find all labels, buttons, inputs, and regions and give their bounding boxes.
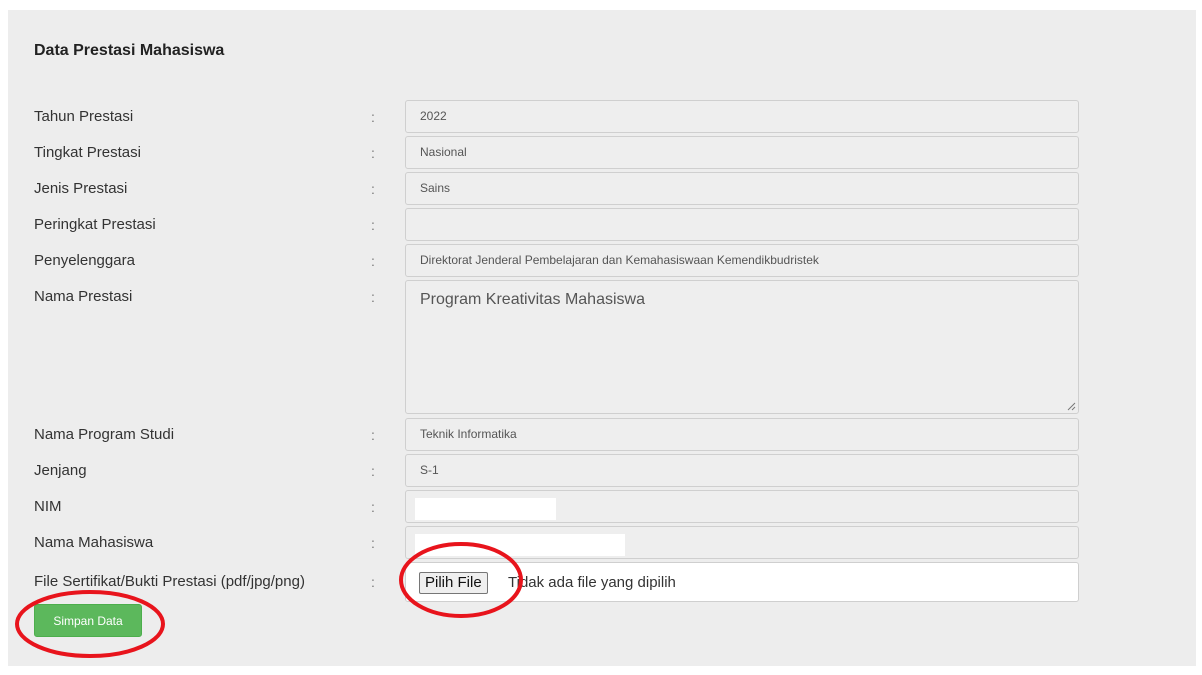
nama-prestasi-value: Program Kreativitas Mahasiswa bbox=[420, 291, 645, 308]
separator-colon: : bbox=[371, 289, 375, 305]
separator-colon: : bbox=[371, 535, 375, 551]
label-nim: NIM bbox=[34, 498, 62, 515]
label-penyelenggara: Penyelenggara bbox=[34, 252, 135, 269]
peringkat-prestasi-field[interactable] bbox=[405, 208, 1079, 241]
jenis-prestasi-field[interactable]: Sains bbox=[405, 172, 1079, 205]
separator-colon: : bbox=[371, 427, 375, 443]
label-nama-mahasiswa: Nama Mahasiswa bbox=[34, 534, 154, 551]
separator-colon: : bbox=[371, 574, 375, 590]
label-tingkat-prestasi: Tingkat Prestasi bbox=[34, 144, 141, 161]
nama-program-studi-field[interactable]: Teknik Informatika bbox=[405, 418, 1079, 451]
choose-file-button[interactable]: Pilih File bbox=[419, 572, 488, 594]
separator-colon: : bbox=[371, 253, 375, 269]
label-jenjang: Jenjang bbox=[34, 462, 87, 479]
redacted-value-box bbox=[415, 534, 625, 556]
label-tahun-prestasi: Tahun Prestasi bbox=[34, 108, 134, 125]
nim-field[interactable] bbox=[405, 490, 1079, 523]
label-file-sertifikat: File Sertifikat/Bukti Prestasi (pdf/jpg/… bbox=[34, 573, 305, 590]
redacted-value-box bbox=[415, 498, 556, 520]
resize-handle-icon[interactable] bbox=[1066, 401, 1076, 411]
tingkat-prestasi-field[interactable]: Nasional bbox=[405, 136, 1079, 169]
separator-colon: : bbox=[371, 217, 375, 233]
label-nama-prestasi: Nama Prestasi bbox=[34, 288, 133, 305]
separator-colon: : bbox=[371, 109, 375, 125]
nama-prestasi-textarea[interactable]: Program Kreativitas Mahasiswa bbox=[405, 280, 1079, 414]
page-title: Data Prestasi Mahasiswa bbox=[34, 42, 225, 59]
label-peringkat-prestasi: Peringkat Prestasi bbox=[34, 216, 156, 233]
nama-mahasiswa-field[interactable] bbox=[405, 526, 1079, 559]
separator-colon: : bbox=[371, 463, 375, 479]
form-panel: Data Prestasi Mahasiswa Tahun Prestasi :… bbox=[8, 10, 1196, 666]
separator-colon: : bbox=[371, 499, 375, 515]
penyelenggara-field[interactable]: Direktorat Jenderal Pembelajaran dan Kem… bbox=[405, 244, 1079, 277]
save-button[interactable]: Simpan Data bbox=[34, 604, 142, 637]
label-jenis-prestasi: Jenis Prestasi bbox=[34, 180, 128, 197]
file-status-text: Tidak ada file yang dipilih bbox=[508, 574, 676, 591]
separator-colon: : bbox=[371, 145, 375, 161]
label-nama-program-studi: Nama Program Studi bbox=[34, 426, 175, 443]
tahun-prestasi-field[interactable]: 2022 bbox=[405, 100, 1079, 133]
jenjang-field[interactable]: S-1 bbox=[405, 454, 1079, 487]
separator-colon: : bbox=[371, 181, 375, 197]
file-sertifikat-input[interactable]: Pilih File Tidak ada file yang dipilih bbox=[405, 562, 1079, 602]
